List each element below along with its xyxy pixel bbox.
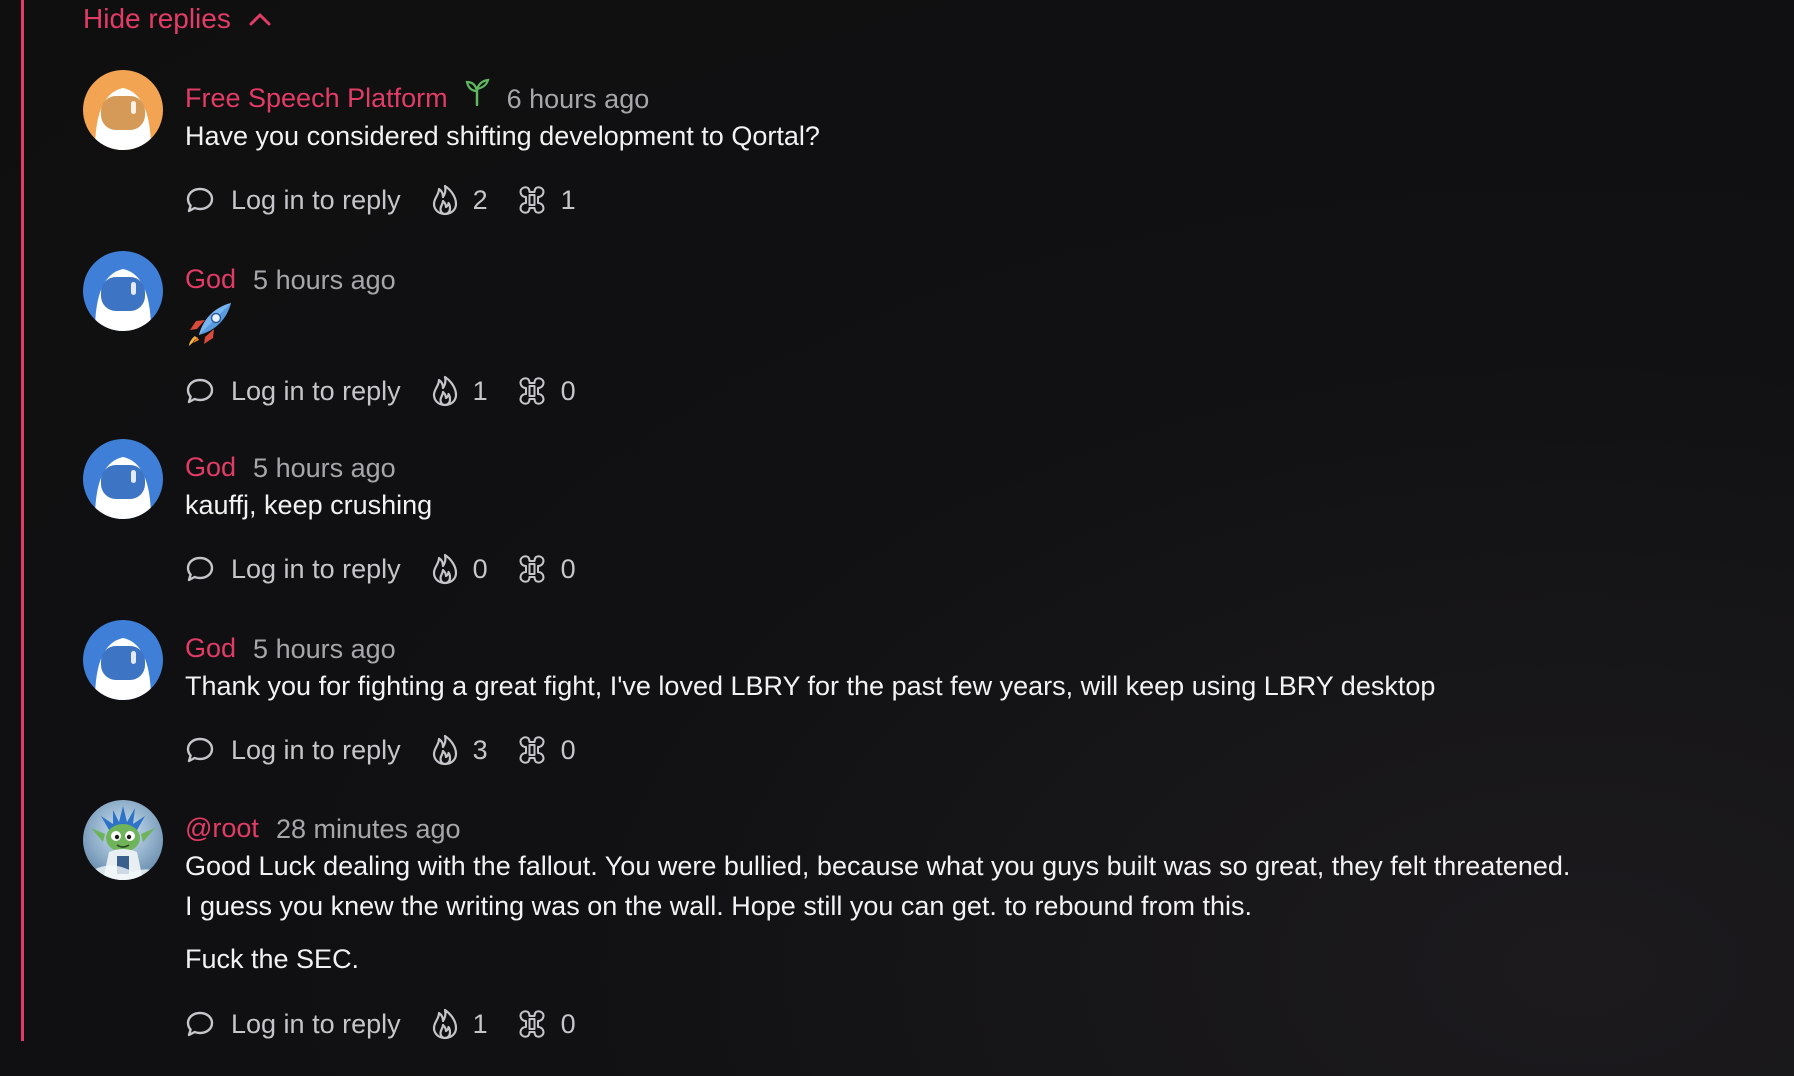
- comment-author[interactable]: God: [185, 264, 236, 295]
- comment-actions: Log in to reply 1 0: [185, 1004, 579, 1044]
- slime-icon: [517, 185, 547, 215]
- comment-text: Good Luck dealing with the fallout. You …: [185, 846, 1754, 979]
- slime-icon: [517, 376, 547, 406]
- reply-label: Log in to reply: [231, 553, 401, 584]
- reply-label: Log in to reply: [231, 1008, 401, 1039]
- comment-line: I guess you knew the writing was on the …: [185, 891, 1253, 921]
- comment-paragraph: Fuck the SEC.: [185, 944, 360, 974]
- fire-reaction-button[interactable]: 1: [431, 375, 491, 407]
- fire-icon: [431, 375, 459, 407]
- comment-text: kauffj, keep crushing: [185, 485, 1754, 525]
- reply-button[interactable]: Log in to reply: [185, 185, 401, 216]
- slime-count: 0: [560, 734, 576, 765]
- comment-actions: Log in to reply 2 1: [185, 180, 579, 220]
- comment-author[interactable]: @root: [185, 813, 259, 844]
- comment-time[interactable]: 5 hours ago: [253, 634, 396, 665]
- avatar[interactable]: [83, 800, 163, 880]
- fire-reaction-button[interactable]: 2: [431, 184, 491, 216]
- comment-actions: Log in to reply 1 0: [185, 371, 579, 411]
- chevron-up-icon: [249, 12, 271, 26]
- comment-time[interactable]: 28 minutes ago: [276, 814, 461, 845]
- comment-paragraph: kauffj, keep crushing: [185, 490, 433, 520]
- comment-text: Have you considered shifting development…: [185, 116, 1754, 156]
- comment-text: [185, 299, 1754, 349]
- reply-button[interactable]: Log in to reply: [185, 554, 401, 585]
- speech-bubble-icon: [185, 735, 215, 765]
- speech-bubble-icon: [185, 1009, 215, 1039]
- speech-bubble-icon: [185, 376, 215, 406]
- slime-count: 0: [560, 375, 576, 406]
- fire-count: 2: [472, 184, 488, 215]
- fire-icon: [431, 184, 459, 216]
- slime-reaction-button[interactable]: 0: [517, 554, 579, 585]
- slime-count: 0: [560, 1008, 576, 1039]
- comment-paragraph: Thank you for fighting a great fight, I'…: [185, 671, 1436, 701]
- slime-count: 1: [560, 184, 576, 215]
- rocket-emoji: [185, 303, 235, 355]
- slime-icon: [517, 735, 547, 765]
- slime-icon: [517, 554, 547, 584]
- avatar[interactable]: [83, 439, 163, 519]
- fire-reaction-button[interactable]: 1: [431, 1008, 491, 1040]
- slime-icon: [517, 1009, 547, 1039]
- comment-text: Thank you for fighting a great fight, I'…: [185, 666, 1754, 706]
- speech-bubble-icon: [185, 554, 215, 584]
- fire-count: 1: [472, 1008, 488, 1039]
- reply-label: Log in to reply: [231, 734, 401, 765]
- comment-author[interactable]: God: [185, 633, 236, 664]
- comment-paragraph: Have you considered shifting development…: [185, 121, 820, 151]
- comment-line: Good Luck dealing with the fallout. You …: [185, 851, 1571, 881]
- hide-replies-label: Hide replies: [83, 3, 231, 34]
- slime-reaction-button[interactable]: 0: [517, 1009, 579, 1040]
- fire-reaction-button[interactable]: 3: [431, 734, 491, 766]
- reply-label: Log in to reply: [231, 375, 401, 406]
- reply-button[interactable]: Log in to reply: [185, 376, 401, 407]
- fire-count: 0: [472, 553, 488, 584]
- reply-button[interactable]: Log in to reply: [185, 1009, 401, 1040]
- comment-actions: Log in to reply 3 0: [185, 730, 579, 770]
- slime-reaction-button[interactable]: 1: [517, 185, 579, 216]
- comment-time[interactable]: 6 hours ago: [507, 84, 650, 115]
- comment-author[interactable]: God: [185, 452, 236, 483]
- comment-time[interactable]: 5 hours ago: [253, 453, 396, 484]
- reply-label: Log in to reply: [231, 184, 401, 215]
- slime-reaction-button[interactable]: 0: [517, 735, 579, 766]
- avatar[interactable]: [83, 70, 163, 150]
- fire-icon: [431, 734, 459, 766]
- sprout-icon: [464, 78, 490, 111]
- avatar[interactable]: [83, 251, 163, 331]
- fire-icon: [431, 1008, 459, 1040]
- fire-count: 1: [472, 375, 488, 406]
- avatar[interactable]: [83, 620, 163, 700]
- fire-icon: [431, 553, 459, 585]
- fire-count: 3: [472, 734, 488, 765]
- comment-time[interactable]: 5 hours ago: [253, 265, 396, 296]
- comment-author[interactable]: Free Speech Platform: [185, 83, 448, 114]
- slime-reaction-button[interactable]: 0: [517, 376, 579, 407]
- fire-reaction-button[interactable]: 0: [431, 553, 491, 585]
- hide-replies-button[interactable]: Hide replies: [83, 0, 271, 38]
- reply-button[interactable]: Log in to reply: [185, 735, 401, 766]
- comment-paragraph: Good Luck dealing with the fallout. You …: [185, 846, 1754, 926]
- comment-actions: Log in to reply 0 0: [185, 549, 579, 589]
- slime-count: 0: [560, 553, 576, 584]
- speech-bubble-icon: [185, 185, 215, 215]
- thread-line: [21, 0, 24, 1041]
